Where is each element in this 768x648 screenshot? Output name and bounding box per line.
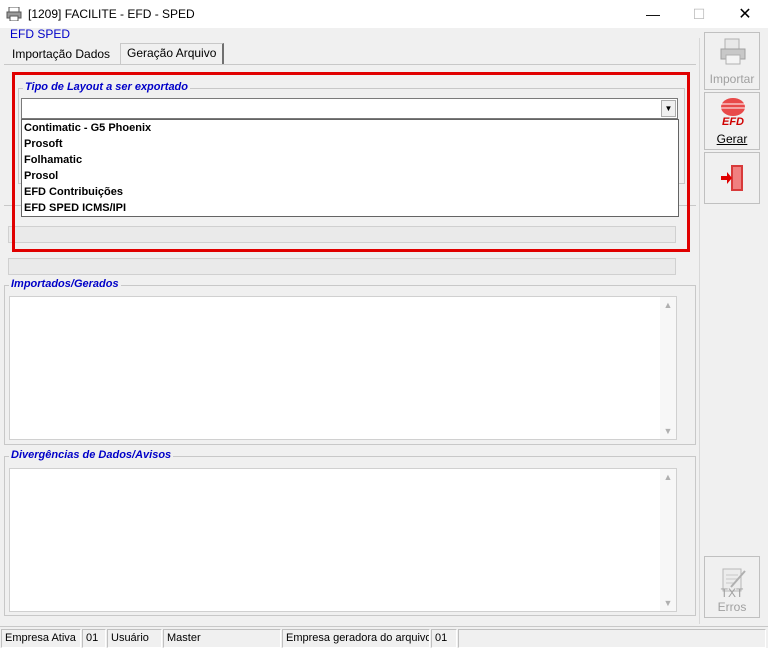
status-generator-label: Empresa geradora do arquivo: [282, 629, 430, 648]
txt-errors-button[interactable]: TXT Erros: [704, 556, 760, 618]
progress-bar-2: [8, 258, 676, 275]
imported-scrollbar[interactable]: ▲ ▼: [660, 297, 676, 439]
tab-geracao-arquivo[interactable]: Geração Arquivo: [120, 43, 225, 65]
close-icon: ✕: [738, 6, 752, 23]
window-title: [1209] FACILITE - EFD - SPED: [28, 7, 195, 21]
imported-textarea[interactable]: ▲ ▼: [9, 296, 677, 440]
status-bar: Empresa Ativa 01 Usuário Master Empresa …: [0, 626, 768, 648]
import-button[interactable]: Importar: [704, 32, 760, 90]
imported-group-label: Importados/Gerados: [9, 278, 121, 290]
minimize-icon: —: [646, 6, 660, 22]
printer-import-icon: [720, 38, 746, 65]
maximize-icon: ☐: [692, 5, 706, 22]
warnings-textarea[interactable]: ▲ ▼: [9, 468, 677, 612]
scroll-down-icon[interactable]: ▼: [660, 595, 676, 611]
svg-text:EFD: EFD: [722, 116, 744, 127]
efd-generate-icon: EFD: [721, 98, 745, 127]
minimize-button[interactable]: —: [630, 0, 676, 28]
status-company-label: Empresa Ativa: [1, 629, 81, 648]
maximize-button[interactable]: ☐: [676, 0, 722, 28]
scroll-up-icon[interactable]: ▲: [660, 297, 676, 313]
imported-group: Importados/Gerados ▲ ▼: [4, 278, 696, 445]
red-highlight-box: [12, 72, 690, 252]
status-company-value: 01: [82, 629, 106, 648]
scroll-up-icon[interactable]: ▲: [660, 469, 676, 485]
title-bar: [1209] FACILITE - EFD - SPED — ☐ ✕: [0, 0, 768, 28]
import-button-label: Importar: [709, 72, 755, 86]
tab-importacao-dados[interactable]: Importação Dados: [6, 45, 116, 65]
main-window: [1209] FACILITE - EFD - SPED — ☐ ✕ EFD S…: [0, 0, 768, 648]
warnings-group: Divergências de Dados/Avisos ▲ ▼: [4, 449, 696, 616]
tab-label: Geração Arquivo: [127, 46, 217, 60]
generate-button[interactable]: EFD Gerar: [704, 92, 760, 150]
status-empty-cell: [458, 629, 766, 648]
app-printer-icon: [6, 7, 22, 21]
status-user-value: Master: [163, 629, 281, 648]
scroll-down-icon[interactable]: ▼: [660, 423, 676, 439]
status-user-label: Usuário: [107, 629, 162, 648]
tab-label: Importação Dados: [12, 47, 111, 61]
exit-button[interactable]: [704, 152, 760, 204]
status-generator-value: 01: [431, 629, 457, 648]
txt-errors-button-label: TXT Erros: [717, 586, 747, 614]
close-button[interactable]: ✕: [722, 0, 768, 28]
warnings-group-label: Divergências de Dados/Avisos: [9, 449, 174, 461]
tab-divider: [4, 64, 696, 65]
exit-door-icon: [721, 165, 743, 191]
warnings-scrollbar[interactable]: ▲ ▼: [660, 469, 676, 611]
generate-button-label: Gerar: [716, 132, 748, 146]
